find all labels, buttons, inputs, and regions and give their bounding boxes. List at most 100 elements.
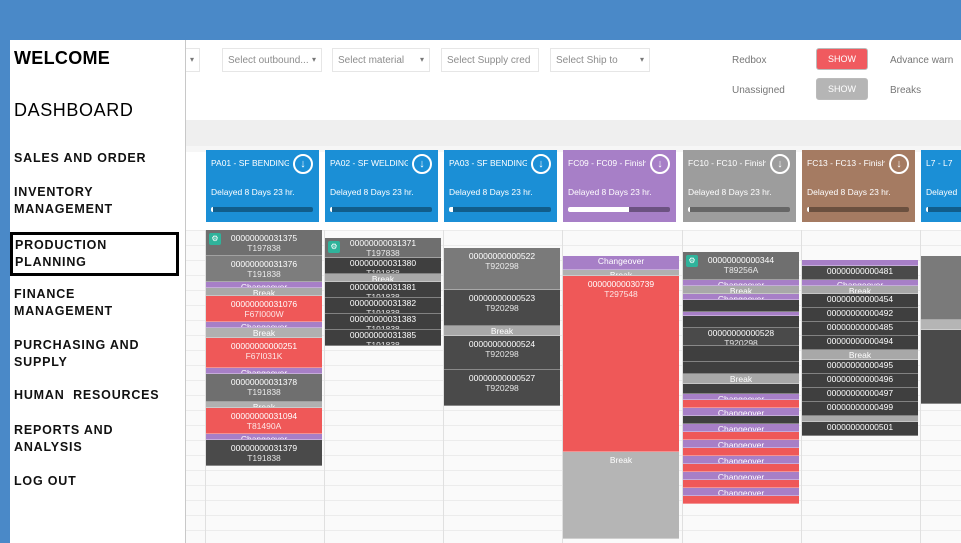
order-card[interactable]: 00000000000522 T920298: [444, 248, 560, 290]
order-card[interactable]: 00000000000251 F67I031K: [206, 338, 322, 368]
card-title: 00000000000494: [826, 336, 894, 346]
order-card[interactable]: 00000000031378 T191838: [206, 374, 322, 402]
order-card[interactable]: ⚙ 00000000031371 T197838: [325, 238, 441, 258]
order-card[interactable]: 00000000000496: [802, 374, 918, 388]
station-delay: Delayed 8 Days 23 hr.: [449, 187, 533, 197]
station-header[interactable]: PA02 - SF WELDING 0 ↓ Delayed 8 Days 23 hr…: [325, 150, 438, 222]
break-block[interactable]: Break: [325, 274, 441, 282]
select-supply[interactable]: Select Supply cred: [441, 48, 539, 72]
changeover-block[interactable]: Changeover: [683, 408, 799, 416]
menu-inventory-management[interactable]: INVENTORY MANAGEMENT: [14, 184, 134, 218]
select-material[interactable]: Select material ▾: [332, 48, 430, 72]
order-card[interactable]: 00000000000481: [802, 266, 918, 280]
download-icon[interactable]: ↓: [770, 154, 790, 174]
station-header[interactable]: FC09 - FC09 - Finishir ↓ Delayed 8 Days 23…: [563, 150, 676, 222]
changeover-block[interactable]: Changeover: [683, 472, 799, 480]
card-title: Changeover: [717, 440, 765, 448]
order-card[interactable]: [921, 256, 961, 320]
break-block[interactable]: Break: [683, 374, 799, 384]
station-progress-bar: [926, 207, 961, 212]
break-block[interactable]: Break: [802, 286, 918, 294]
order-card[interactable]: [683, 416, 799, 424]
download-icon[interactable]: ↓: [293, 154, 313, 174]
order-card[interactable]: 00000000000501: [802, 422, 918, 436]
order-card[interactable]: ⚙ 00000000000344 T89256A: [683, 252, 799, 280]
order-card[interactable]: [921, 330, 961, 404]
menu-human-resources[interactable]: HUMAN RESOURCES: [14, 387, 159, 404]
order-card[interactable]: 00000000000528 T920298: [683, 328, 799, 346]
menu-production-planning[interactable]: PRODUCTION PLANNING: [10, 232, 179, 276]
order-card[interactable]: [683, 300, 799, 312]
break-block[interactable]: Break: [206, 328, 322, 338]
select-outbound[interactable]: Select outbound... ▾: [222, 48, 322, 72]
order-card[interactable]: 00000000000497: [802, 388, 918, 402]
order-card[interactable]: [683, 496, 799, 504]
order-card[interactable]: [683, 400, 799, 408]
station-delay: Delayed 8 Days 23 hr.: [568, 187, 652, 197]
order-card[interactable]: 00000000000495: [802, 360, 918, 374]
station-header[interactable]: PA01 - SF BENDING 0 ↓ Delayed 8 Days 23 hr…: [206, 150, 319, 222]
break-block[interactable]: Break: [444, 326, 560, 336]
redbox-toggle[interactable]: SHOW: [816, 48, 868, 70]
menu-log-out[interactable]: LOG OUT: [14, 473, 77, 490]
order-card[interactable]: [683, 432, 799, 440]
order-card[interactable]: [683, 448, 799, 456]
download-icon[interactable]: ↓: [650, 154, 670, 174]
order-card[interactable]: [683, 346, 799, 362]
order-card[interactable]: [683, 362, 799, 374]
station-header[interactable]: PA03 - SF BENDING 0 ↓ Delayed 8 Days 23 hr…: [444, 150, 557, 222]
order-card[interactable]: 00000000031376 T191838: [206, 256, 322, 282]
station-header[interactable]: FC13 - FC13 - Finishing ↓ Delayed 8 Days 2…: [802, 150, 915, 222]
break-block[interactable]: Break: [206, 288, 322, 296]
order-card[interactable]: 00000000031094 T81490A: [206, 408, 322, 434]
menu-reports-and-analysis[interactable]: REPORTS AND ANALYSIS: [14, 422, 124, 456]
order-card[interactable]: [921, 320, 961, 330]
changeover-block[interactable]: Changeover: [683, 488, 799, 496]
order-card[interactable]: [683, 464, 799, 472]
order-card[interactable]: 00000000030739 T297548: [563, 276, 679, 452]
order-card[interactable]: 00000000000454: [802, 294, 918, 308]
card-title: 00000000000485: [826, 322, 894, 332]
dashboard-link[interactable]: DASHBOARD: [14, 100, 133, 121]
station-name: PA01 - SF BENDING 0: [211, 158, 289, 168]
card-title: Break: [848, 286, 872, 294]
changeover-block[interactable]: Changeover: [683, 456, 799, 464]
order-card[interactable]: 00000000031381 T191838: [325, 282, 441, 298]
break-block[interactable]: Break: [683, 286, 799, 294]
order-card[interactable]: 00000000031382 T191838: [325, 298, 441, 314]
order-card[interactable]: [683, 384, 799, 394]
filter-select-partial[interactable]: ▾: [186, 48, 200, 72]
download-icon[interactable]: ↓: [531, 154, 551, 174]
order-card[interactable]: 00000000000499: [802, 402, 918, 416]
menu-finance-management[interactable]: FINANCE MANAGEMENT: [14, 286, 134, 320]
menu-purchasing-and-supply[interactable]: PURCHASING AND SUPPLY: [14, 337, 144, 371]
order-card[interactable]: 00000000000523 T920298: [444, 290, 560, 326]
changeover-block[interactable]: Changeover: [683, 424, 799, 432]
order-card[interactable]: 00000000031380 T191838: [325, 258, 441, 274]
order-card[interactable]: 00000000000485: [802, 322, 918, 336]
order-card[interactable]: 00000000000494: [802, 336, 918, 350]
order-card[interactable]: 00000000000524 T920298: [444, 336, 560, 370]
station-header[interactable]: FC10 - FC10 - Finishir ↓ Delayed 8 Days 23…: [683, 150, 796, 222]
order-card[interactable]: 00000000031385 T191838: [325, 330, 441, 346]
card-title: Changeover: [717, 424, 765, 432]
unassigned-toggle[interactable]: SHOW: [816, 78, 868, 100]
order-card[interactable]: 00000000031379 T191838: [206, 440, 322, 466]
select-ship-to[interactable]: Select Ship to ▾: [550, 48, 650, 72]
order-card[interactable]: 00000000000527 T920298: [444, 370, 560, 406]
menu-sales-and-order[interactable]: SALES AND ORDER: [14, 150, 146, 167]
download-icon[interactable]: ↓: [412, 154, 432, 174]
order-card[interactable]: 00000000000492: [802, 308, 918, 322]
order-card[interactable]: [683, 480, 799, 488]
order-card[interactable]: 00000000031076 F67I000W: [206, 296, 322, 322]
break-block[interactable]: Break: [563, 452, 679, 539]
download-icon[interactable]: ↓: [889, 154, 909, 174]
order-card[interactable]: 00000000031383 T191838: [325, 314, 441, 330]
station-header[interactable]: L7 - L7↓Delayed: [921, 150, 961, 222]
order-card[interactable]: [683, 316, 799, 328]
break-block[interactable]: Break: [802, 350, 918, 360]
chevron-down-icon: ▾: [419, 55, 424, 64]
changeover-block[interactable]: Changeover: [683, 440, 799, 448]
changeover-block[interactable]: Changeover: [563, 256, 679, 270]
order-card[interactable]: ⚙ 00000000031375 T197838: [206, 230, 322, 256]
